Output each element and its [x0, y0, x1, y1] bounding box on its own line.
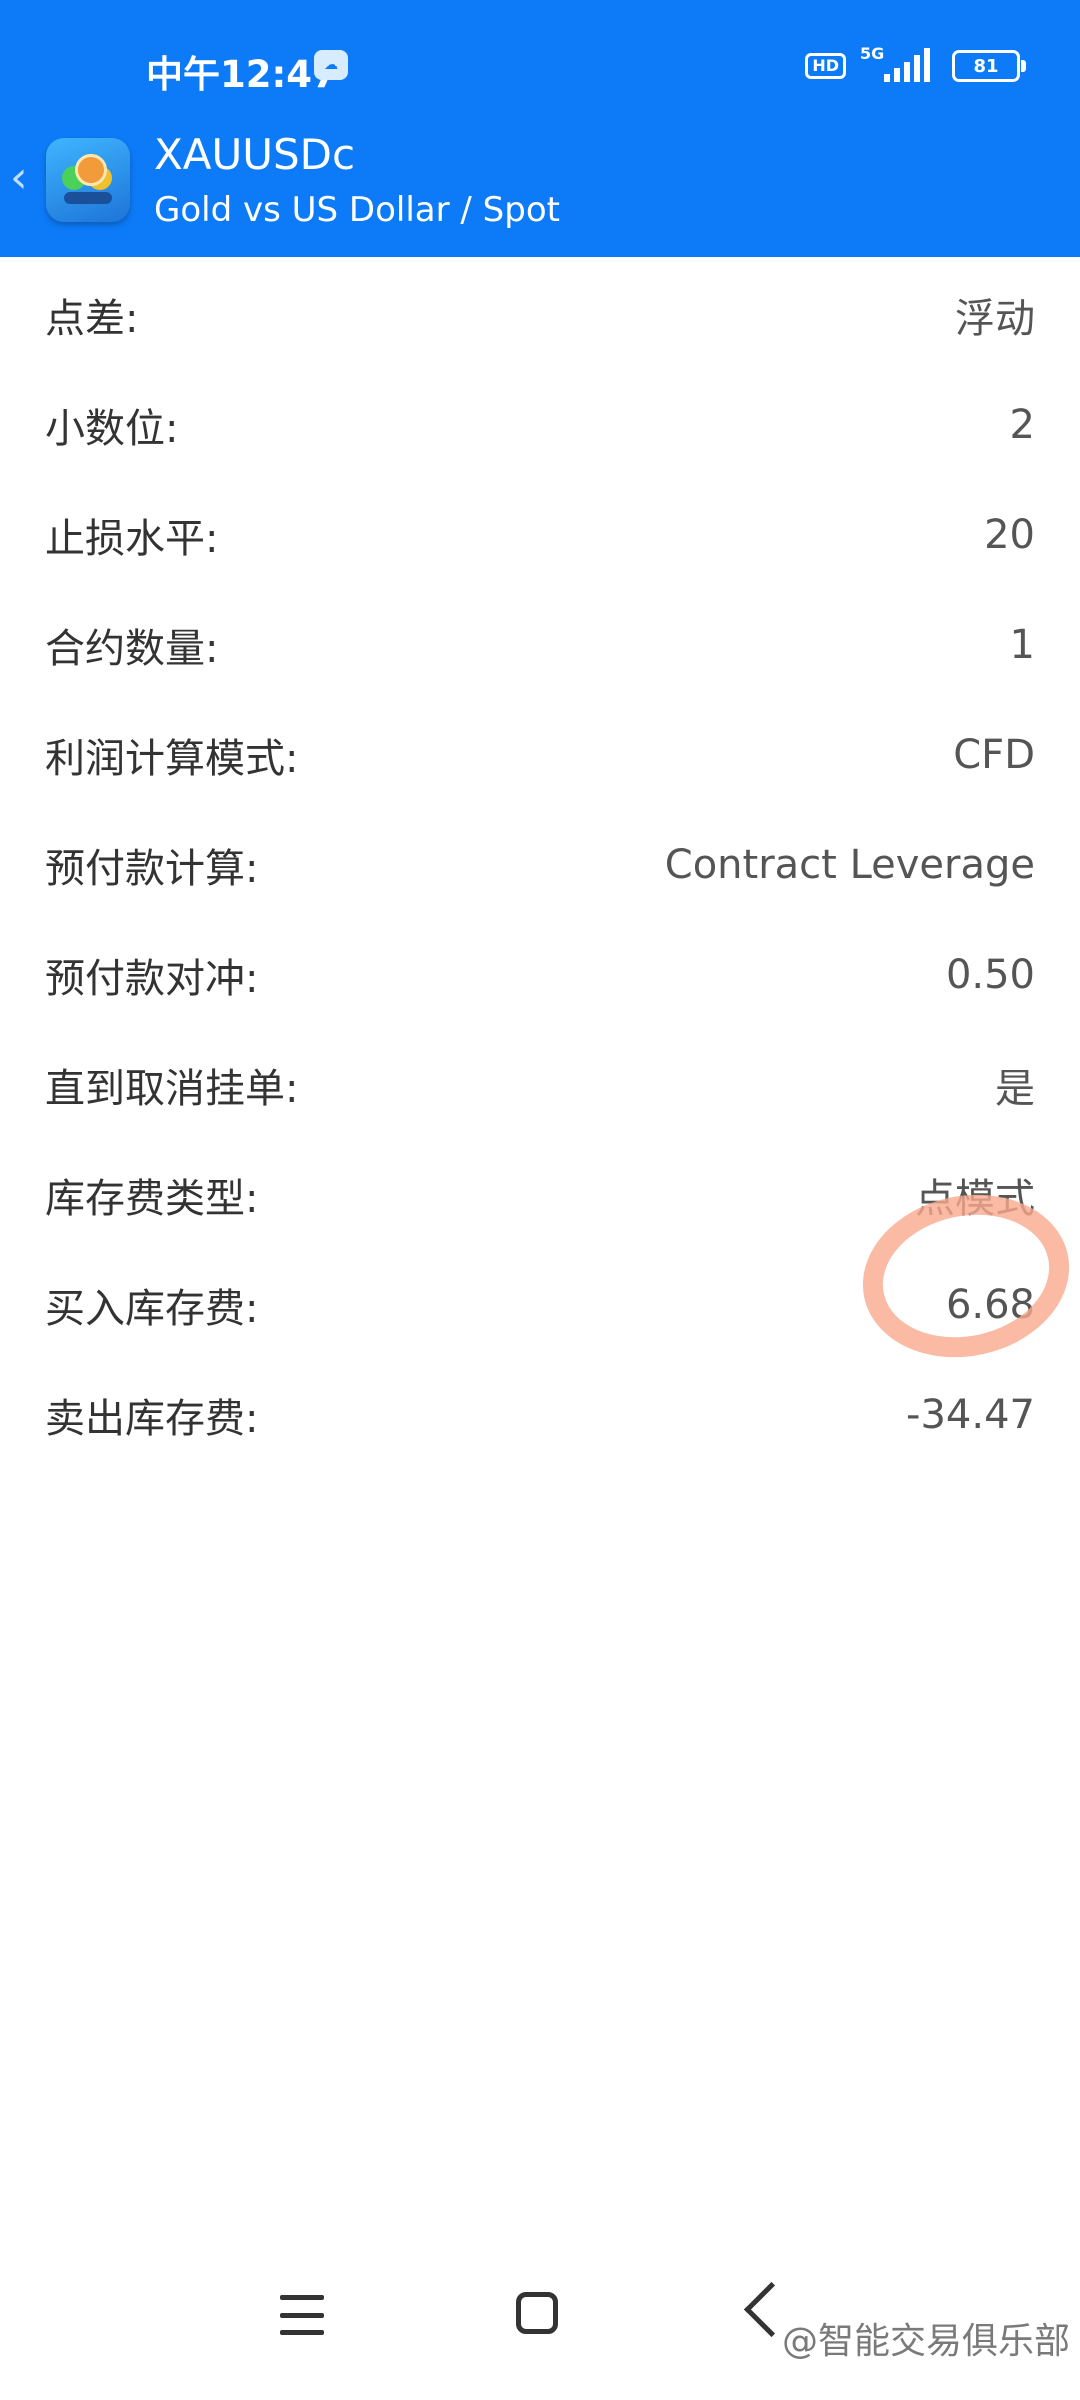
- spec-value: 0.50: [945, 952, 1035, 998]
- spec-value: 2: [1009, 402, 1035, 448]
- spec-row-contract-size: 合约数量: 1: [0, 590, 1080, 700]
- spec-label: 卖出库存费:: [45, 1396, 259, 1442]
- status-time: 中午12:47: [146, 53, 338, 96]
- battery-level: 81: [973, 55, 999, 77]
- symbol-title: XAUUSDc: [154, 130, 356, 179]
- spec-row-swap-type: 库存费类型: 点模式: [0, 1140, 1080, 1250]
- spec-row-stops-level: 止损水平: 20: [0, 480, 1080, 590]
- spec-row-gtc: 直到取消挂单: 是: [0, 1030, 1080, 1140]
- home-icon[interactable]: [516, 2292, 558, 2334]
- watermark: @智能交易俱乐部: [781, 2321, 1070, 2362]
- spec-value: 点模式: [915, 1176, 1035, 1222]
- spec-row-swap-short: 卖出库存费: -34.47: [0, 1360, 1080, 1470]
- network-type: 5G: [860, 44, 885, 63]
- spec-label: 点差:: [45, 296, 139, 342]
- spec-row-margin-hedge: 预付款对冲: 0.50: [0, 920, 1080, 1030]
- spec-row-digits: 小数位: 2: [0, 370, 1080, 480]
- app-header: 中午12:47 ☁ HD 5G 81 ‹ XAUUSDc Gold vs US …: [0, 0, 1080, 257]
- spec-row-profit-mode: 利润计算模式: CFD: [0, 700, 1080, 810]
- spec-row-margin-calc: 预付款计算: Contract Leverage: [0, 810, 1080, 920]
- hd-icon: HD: [805, 53, 846, 79]
- spec-value: 浮动: [955, 296, 1035, 342]
- spec-value: 6.68: [945, 1282, 1035, 1328]
- signal-bars: [884, 48, 930, 82]
- spec-label: 合约数量:: [45, 626, 219, 672]
- spec-label: 买入库存费:: [45, 1286, 259, 1332]
- symbol-spec-list: 点差: 浮动 小数位: 2 止损水平: 20 合约数量: 1 利润计算模式: C…: [0, 260, 1080, 1470]
- spec-label: 预付款对冲:: [45, 956, 259, 1002]
- chevron-left-icon[interactable]: ‹: [10, 152, 28, 203]
- spec-value: 20: [984, 512, 1035, 558]
- spec-label: 利润计算模式:: [45, 736, 299, 782]
- spec-value: -34.47: [906, 1392, 1035, 1438]
- spec-label: 库存费类型:: [45, 1176, 259, 1222]
- battery-icon: 81: [952, 50, 1026, 82]
- spec-value: 1: [1009, 622, 1035, 668]
- status-indicators: HD 5G 81: [805, 44, 1026, 84]
- metatrader-app-icon: [46, 138, 130, 222]
- spec-label: 小数位:: [45, 406, 179, 452]
- menu-icon[interactable]: [280, 2295, 324, 2335]
- spec-value: Contract Leverage: [664, 842, 1035, 888]
- signal-icon: 5G: [860, 44, 938, 84]
- spec-value: 是: [995, 1066, 1035, 1112]
- spec-row-spread: 点差: 浮动: [0, 260, 1080, 370]
- spec-label: 预付款计算:: [45, 846, 259, 892]
- spec-label: 直到取消挂单:: [45, 1066, 299, 1112]
- spec-value: CFD: [953, 732, 1035, 778]
- spec-row-swap-long: 买入库存费: 6.68: [0, 1250, 1080, 1360]
- symbol-description: Gold vs US Dollar / Spot: [154, 190, 560, 230]
- spec-label: 止损水平:: [45, 516, 219, 562]
- cloud-icon: ☁: [314, 50, 348, 80]
